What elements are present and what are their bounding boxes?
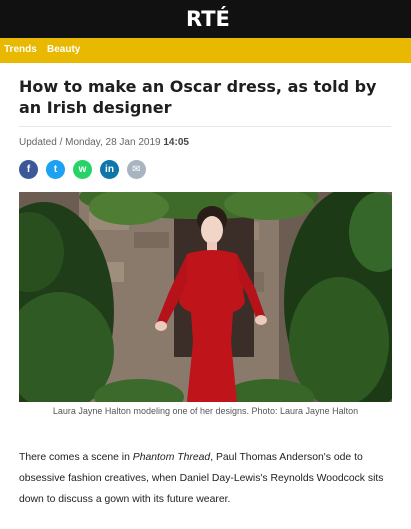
divider	[19, 126, 391, 127]
nav-item-trends[interactable]: Trends	[4, 44, 37, 55]
paragraph-text-1: There comes a scene in	[19, 452, 133, 463]
facebook-icon[interactable]: f	[19, 160, 38, 179]
updated-time: 14:05	[163, 137, 189, 148]
whatsapp-icon[interactable]: w	[73, 160, 92, 179]
article-paragraph: There comes a scene in Phantom Thread, P…	[19, 447, 399, 510]
updated-date: Updated / Monday, 28 Jan 2019	[19, 137, 161, 148]
email-icon[interactable]: ✉	[127, 160, 146, 179]
linkedin-icon[interactable]: in	[100, 160, 119, 179]
image-caption: Laura Jayne Halton modeling one of her d…	[52, 406, 359, 416]
twitter-icon[interactable]: t	[46, 160, 65, 179]
nav-item-beauty[interactable]: Beauty	[47, 44, 80, 55]
article-photo	[19, 192, 392, 402]
article-headline: How to make an Oscar dress, as told by a…	[19, 77, 377, 117]
rte-logo[interactable]: RTÉ	[186, 7, 230, 31]
photo-illustration	[19, 192, 392, 402]
film-title: Phantom Thread	[132, 452, 211, 463]
top-bar: RTÉ	[0, 0, 411, 38]
updated-timestamp: Updated / Monday, 28 Jan 2019 14:05	[19, 137, 189, 148]
section-nav: Trends Beauty	[0, 38, 411, 63]
